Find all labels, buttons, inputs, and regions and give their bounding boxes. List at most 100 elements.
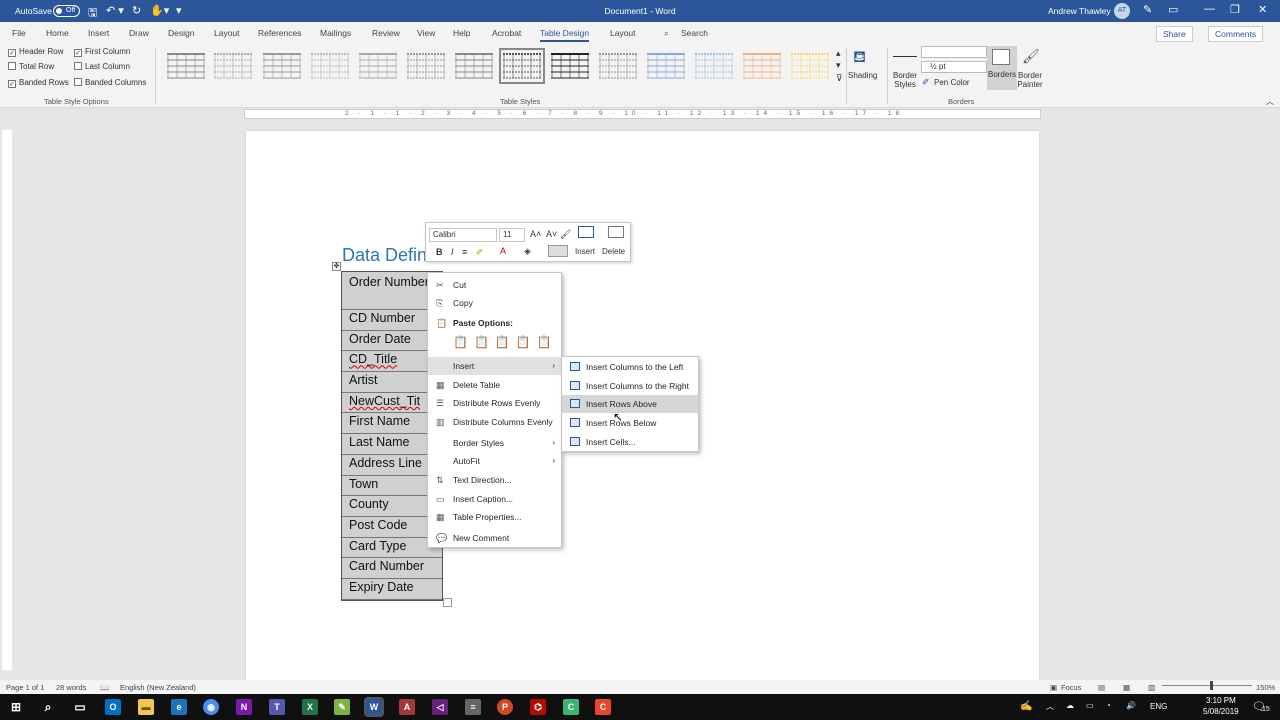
format-painter-icon[interactable]: 🖌: [560, 229, 571, 240]
menu-item-copy[interactable]: ⎘ Copy: [428, 294, 561, 312]
gallery-scroll-up-icon[interactable]: ▴: [836, 48, 841, 59]
table-style-thumb[interactable]: [406, 51, 446, 81]
tab-design[interactable]: Design: [168, 28, 194, 38]
insert-button[interactable]: Insert: [575, 247, 595, 256]
font-color-icon[interactable]: A: [500, 246, 506, 256]
zoom-slider[interactable]: [1162, 685, 1252, 686]
tab-table-design[interactable]: Table Design: [540, 28, 590, 42]
shrink-font-icon[interactable]: A˅: [546, 229, 557, 239]
table-style-thumb[interactable]: [358, 51, 398, 81]
autosave-toggle[interactable]: Off: [53, 5, 80, 17]
total-row-checkbox[interactable]: Total Row: [8, 62, 54, 71]
border-painter-button[interactable]: Border Painter: [1016, 71, 1044, 89]
insert-table-icon[interactable]: [578, 226, 594, 238]
user-name[interactable]: Andrew Thawley: [1048, 6, 1111, 16]
outlook-icon[interactable]: O: [105, 699, 121, 715]
acrobat-icon[interactable]: ⌬: [530, 699, 546, 715]
proofing-icon[interactable]: 📖: [100, 683, 109, 692]
chrome-icon[interactable]: ◉: [203, 699, 219, 715]
avatar[interactable]: AT: [1114, 3, 1130, 19]
menu-item-insert[interactable]: Insert ›: [428, 357, 561, 375]
input-language[interactable]: ENG: [1150, 702, 1167, 711]
teams-icon[interactable]: T: [269, 699, 285, 715]
chevron-up-icon[interactable]: ︿: [1046, 701, 1054, 712]
onenote-icon[interactable]: N: [236, 699, 252, 715]
collapse-ribbon-icon[interactable]: ︿: [1266, 96, 1274, 107]
table-move-handle-icon[interactable]: ✥: [332, 262, 341, 271]
shading-button[interactable]: Shading: [848, 71, 877, 80]
menu-item-delete-table[interactable]: ▦ Delete Table: [428, 376, 561, 394]
zoom-slider-thumb[interactable]: [1210, 681, 1213, 690]
pen-icon[interactable]: ✎: [1143, 3, 1152, 16]
table-style-thumb[interactable]: [742, 51, 782, 81]
access-icon[interactable]: A: [399, 699, 415, 715]
tab-review[interactable]: Review: [372, 28, 400, 38]
close-icon[interactable]: ✕: [1258, 3, 1267, 16]
line-style-dropdown[interactable]: [921, 46, 987, 58]
search-icon[interactable]: ⌕: [40, 699, 56, 715]
windows-start-icon[interactable]: ⊞: [8, 699, 24, 715]
border-styles-icon[interactable]: [893, 56, 917, 57]
center-align-icon[interactable]: ≡: [462, 247, 467, 257]
share-button[interactable]: Share: [1156, 26, 1193, 42]
table-row[interactable]: Card Number: [342, 558, 442, 579]
powerpoint-icon[interactable]: P: [497, 699, 513, 715]
grow-font-icon[interactable]: A˄: [530, 229, 541, 239]
table-style-thumb[interactable]: [454, 51, 494, 81]
print-layout-icon[interactable]: ▦: [1123, 683, 1130, 692]
bold-icon[interactable]: B: [436, 247, 443, 257]
notepad-icon[interactable]: ✎: [334, 699, 350, 715]
tab-draw[interactable]: Draw: [129, 28, 149, 38]
shading-icon[interactable]: ◈: [524, 246, 531, 257]
battery-icon[interactable]: ▭: [1086, 701, 1094, 710]
pen-workspace-icon[interactable]: ✍: [1020, 701, 1032, 712]
minimize-icon[interactable]: —: [1204, 3, 1215, 15]
focus-button[interactable]: Focus: [1061, 683, 1081, 692]
clock-time[interactable]: 3:10 PM: [1206, 696, 1236, 705]
borders-button[interactable]: Borders: [987, 70, 1017, 79]
table-row[interactable]: Expiry Date: [342, 579, 442, 600]
border-styles-button[interactable]: Border Styles: [890, 71, 920, 89]
clock-date[interactable]: 5/08/2019: [1203, 707, 1239, 716]
read-mode-icon[interactable]: ▤: [1098, 683, 1105, 692]
paint-bucket-icon[interactable]: ⛾: [853, 48, 866, 68]
visual-studio-icon[interactable]: ◁: [432, 699, 448, 715]
menu-item-table-properties[interactable]: ▦ Table Properties...: [428, 508, 561, 526]
menu-item-border-styles[interactable]: Border Styles ›: [428, 434, 561, 452]
table-style-thumb[interactable]: [310, 51, 350, 81]
camtasia-green-icon[interactable]: C: [563, 699, 579, 715]
tab-acrobat[interactable]: Acrobat: [492, 28, 521, 38]
borders-mini-icon[interactable]: [548, 245, 568, 257]
menu-item-text-direction[interactable]: ⇅ Text Direction...: [428, 471, 561, 489]
menu-item-autofit[interactable]: AutoFit ›: [428, 452, 561, 470]
menu-item-new-comment[interactable]: 💬 New Comment: [428, 529, 561, 547]
zoom-level[interactable]: 150%: [1256, 683, 1275, 692]
table-style-thumb[interactable]: [550, 51, 590, 81]
language[interactable]: English (New Zealand): [120, 683, 196, 692]
tab-layout[interactable]: Layout: [214, 28, 240, 38]
search-icon[interactable]: ⌕: [664, 28, 669, 39]
undo-icon[interactable]: ↶ ▾: [106, 4, 124, 17]
submenu-insert-rows-above[interactable]: Insert Rows Above: [562, 395, 698, 413]
save-icon[interactable]: 🖫: [88, 4, 97, 23]
gallery-more-icon[interactable]: ⊽: [836, 73, 843, 84]
restore-icon[interactable]: ❐: [1230, 3, 1240, 16]
tab-file[interactable]: File: [12, 28, 26, 38]
table-style-thumb[interactable]: [790, 51, 830, 81]
italic-icon[interactable]: I: [451, 247, 454, 257]
font-size-box[interactable]: 11: [499, 228, 525, 242]
paste-options-icons[interactable]: 📋📋📋📋📋: [453, 335, 558, 349]
table-style-thumb[interactable]: [694, 51, 734, 81]
page-count[interactable]: Page 1 of 1: [6, 683, 44, 692]
delete-table-icon[interactable]: [608, 226, 624, 238]
submenu-insert-rows-below[interactable]: Insert Rows Below: [562, 414, 698, 432]
table-style-thumb[interactable]: [646, 51, 686, 81]
tab-view[interactable]: View: [417, 28, 435, 38]
menu-item-distribute-columns[interactable]: ▥ Distribute Columns Evenly: [428, 413, 561, 431]
banded-columns-checkbox[interactable]: Banded Columns: [74, 78, 146, 87]
delete-button[interactable]: Delete: [602, 247, 625, 256]
tab-insert[interactable]: Insert: [88, 28, 109, 38]
ribbon-display-icon[interactable]: ▭: [1168, 3, 1178, 16]
menu-item-insert-caption[interactable]: ▭ Insert Caption...: [428, 490, 561, 508]
submenu-insert-columns-right[interactable]: Insert Columns to the Right: [562, 377, 698, 395]
